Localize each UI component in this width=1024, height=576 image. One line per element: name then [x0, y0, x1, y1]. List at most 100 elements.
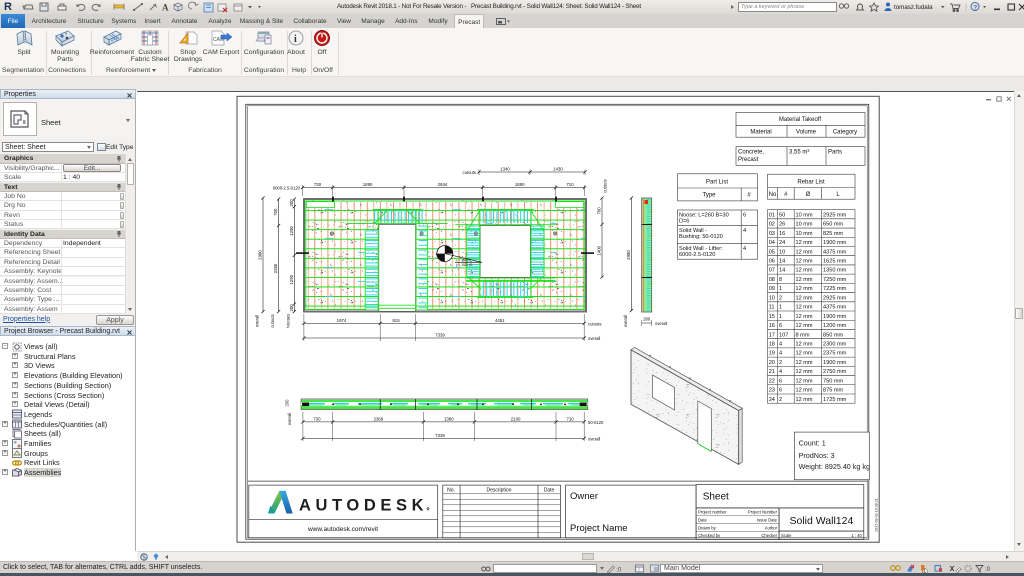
svg-text:Solid Wall -: Solid Wall -	[679, 228, 707, 234]
svg-text:1 : 40: 1 : 40	[851, 533, 862, 538]
svg-text:Issue Date: Issue Date	[757, 517, 778, 522]
svg-text:2369: 2369	[374, 416, 384, 421]
svg-text:overall: overall	[623, 315, 628, 327]
svg-text:700: 700	[597, 207, 602, 215]
svg-text:10 mm: 10 mm	[796, 222, 813, 228]
svg-text:650 mm: 650 mm	[823, 222, 844, 228]
svg-text:Count: 1: Count: 1	[799, 439, 826, 448]
svg-text:7339: 7339	[435, 333, 445, 338]
svg-text:cutouts: cutouts	[270, 314, 275, 328]
svg-text:12 mm: 12 mm	[796, 397, 813, 403]
svg-text:Project Name: Project Name	[570, 523, 628, 534]
svg-text:1290: 1290	[289, 226, 294, 236]
svg-text:825 mm: 825 mm	[823, 231, 844, 237]
svg-text:2925 mm: 2925 mm	[823, 295, 847, 301]
svg-text:Concrete,: Concrete,	[738, 150, 764, 156]
svg-text:2375 mm: 2375 mm	[823, 351, 847, 357]
svg-text:Volume: Volume	[796, 130, 817, 136]
svg-text:1200 mm: 1200 mm	[823, 323, 847, 329]
svg-text:y = 1521.81: y = 1521.81	[456, 263, 473, 267]
svg-text:2300 mm: 2300 mm	[823, 342, 847, 348]
svg-text:200: 200	[285, 399, 290, 407]
svg-text:Project Number: Project Number	[748, 510, 778, 515]
svg-text:Date: Date	[698, 517, 708, 522]
svg-text:4451: 4451	[495, 318, 505, 323]
svg-text:2980: 2980	[258, 250, 263, 260]
svg-text:1890: 1890	[515, 182, 525, 187]
svg-text:07: 07	[769, 268, 775, 274]
svg-text:2: 2	[779, 295, 782, 301]
svg-text:1900 mm: 1900 mm	[823, 314, 847, 320]
svg-text:10: 10	[769, 295, 775, 301]
svg-text:2980: 2980	[626, 250, 631, 260]
svg-text:280: 280	[643, 317, 651, 322]
svg-text:Sheet: Sheet	[703, 492, 729, 503]
svg-text:750 mm: 750 mm	[823, 378, 844, 384]
svg-text:12 mm: 12 mm	[796, 259, 813, 265]
svg-text:23: 23	[769, 388, 775, 394]
svg-text:1400: 1400	[597, 245, 602, 255]
svg-text:12 mm: 12 mm	[796, 314, 813, 320]
svg-text:16: 16	[769, 323, 775, 329]
svg-text:700: 700	[273, 208, 278, 216]
svg-text:No: No	[769, 192, 777, 198]
svg-text:21: 21	[769, 369, 775, 375]
svg-text:1290: 1290	[289, 274, 294, 284]
svg-text:2: 2	[779, 397, 782, 403]
svg-text:09: 09	[769, 286, 775, 292]
svg-text:tomasz.fudala: tomasz.fudala	[894, 4, 933, 11]
svg-text:22: 22	[769, 378, 775, 384]
svg-text:Drawn by: Drawn by	[698, 525, 717, 530]
svg-text:24: 24	[779, 240, 785, 246]
svg-text:1430: 1430	[553, 167, 563, 172]
svg-text:10 mm: 10 mm	[796, 231, 813, 237]
svg-text:overall: overall	[588, 336, 600, 341]
svg-text:12 mm: 12 mm	[796, 240, 813, 246]
svg-text:8 mm: 8 mm	[796, 332, 810, 338]
svg-text:16: 16	[779, 231, 785, 237]
svg-text:50-0120: 50-0120	[588, 420, 604, 425]
svg-text:Scale: Scale	[781, 533, 792, 538]
svg-text:Date: Date	[544, 488, 555, 494]
svg-text:2: 2	[779, 360, 782, 366]
svg-text:10 mm: 10 mm	[796, 212, 813, 218]
svg-text:1900 mm: 1900 mm	[823, 360, 847, 366]
svg-text:7250 mm: 7250 mm	[823, 277, 847, 283]
svg-text:11: 11	[769, 305, 775, 311]
svg-text:Description: Description	[486, 488, 511, 494]
svg-text:Rebar List: Rebar List	[797, 180, 825, 186]
svg-text:01: 01	[769, 212, 775, 218]
svg-text:730: 730	[314, 182, 322, 187]
svg-text:6: 6	[779, 323, 782, 329]
svg-text:7339: 7339	[435, 433, 445, 438]
svg-text:6000-2.5-0120: 6000-2.5-0120	[679, 252, 715, 258]
svg-text:18: 18	[769, 342, 775, 348]
svg-text:cutouts: cutouts	[603, 179, 608, 193]
svg-text:AUTODESK: AUTODESK	[299, 497, 428, 515]
svg-text:875 mm: 875 mm	[823, 388, 844, 394]
svg-text:Category: Category	[833, 130, 857, 136]
svg-text:12 mm: 12 mm	[796, 360, 813, 366]
svg-text:1725 mm: 1725 mm	[823, 397, 847, 403]
svg-text:12 mm: 12 mm	[796, 342, 813, 348]
svg-text:1974: 1974	[337, 318, 347, 323]
svg-text:3.55 m³: 3.55 m³	[789, 150, 809, 156]
svg-text:Part List: Part List	[706, 180, 728, 186]
svg-text:1: 1	[779, 305, 782, 311]
svg-text:05: 05	[769, 249, 775, 255]
svg-text:915: 915	[392, 318, 400, 323]
svg-text:cutouts: cutouts	[462, 170, 476, 175]
svg-text:12 mm: 12 mm	[796, 305, 813, 311]
svg-text:overall: overall	[287, 413, 292, 425]
svg-text:Material: Material	[750, 130, 771, 136]
svg-text:Parts: Parts	[828, 150, 842, 156]
svg-text:12 mm: 12 mm	[796, 323, 813, 329]
svg-text:1340: 1340	[500, 167, 510, 172]
svg-text:1380: 1380	[444, 416, 454, 421]
svg-text:Weight: 8925.40 kg kg: Weight: 8925.40 kg kg	[799, 462, 870, 471]
svg-text:6000-2.5-0120: 6000-2.5-0120	[273, 186, 301, 191]
svg-text:2100: 2100	[511, 416, 521, 421]
svg-text:www.autodesk.com/revit: www.autodesk.com/revit	[307, 526, 378, 533]
svg-text:1350 mm: 1350 mm	[823, 268, 847, 274]
svg-text:1625 mm: 1625 mm	[823, 259, 847, 265]
